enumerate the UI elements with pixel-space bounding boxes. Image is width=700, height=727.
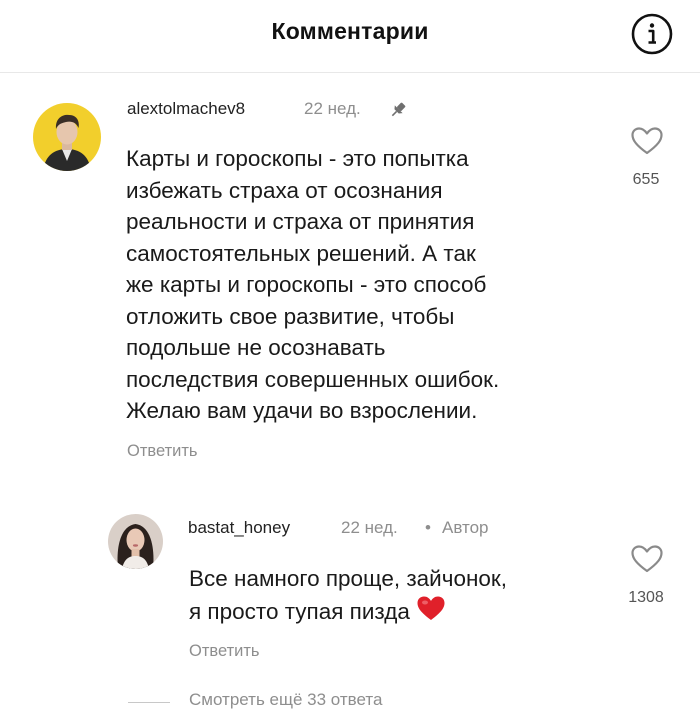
reply-text-line: Все намного проще, зайчонок,: [189, 566, 507, 591]
comment-username[interactable]: alextolmachev8: [127, 99, 245, 119]
comment-text-line: Карты и гороскопы - это попытка: [126, 146, 469, 171]
heart-icon[interactable]: [630, 544, 664, 574]
like-count: 1308: [628, 589, 664, 606]
avatar-alextolmachev8[interactable]: [33, 103, 101, 171]
reply-text: Все намного проще, зайчонок, я просто ту…: [189, 563, 507, 630]
comment-text-line: Желаю вам удачи во взрослении.: [126, 398, 478, 423]
comments-screen: Комментарии alextolmachev8 22 нед. Карты…: [0, 0, 700, 727]
reply-button[interactable]: Ответить: [127, 442, 198, 461]
reply-button[interactable]: Ответить: [189, 642, 260, 661]
avatar-bastat-honey[interactable]: [108, 514, 163, 569]
view-more-replies-button[interactable]: Смотреть ещё 33 ответа: [189, 690, 382, 710]
comment-text-line: же карты и гороскопы - это способ: [126, 272, 487, 297]
comment-time: 22 нед.: [304, 99, 361, 118]
comment-text-line: самостоятельных решений. А так: [126, 240, 476, 266]
like-count: 655: [632, 171, 660, 188]
author-badge: Автор: [442, 518, 489, 537]
comment-text-line: отложить свое развитие, чтобы: [126, 303, 455, 329]
view-more-replies-label: Смотреть ещё 33 ответа: [189, 690, 383, 709]
meta-separator: •: [425, 518, 431, 537]
reply-text-line: я просто тупая пизда: [189, 598, 410, 624]
reply-text-line-with-emoji: я просто тупая пизда: [189, 595, 507, 631]
pin-icon: [388, 100, 408, 125]
info-icon[interactable]: [630, 12, 674, 56]
page-title: Комментарии: [271, 18, 429, 44]
comment-text: Карты и гороскопы - это попытка избежать…: [126, 143, 499, 427]
reply-username[interactable]: bastat_honey: [188, 518, 290, 538]
header-bar: Комментарии: [0, 0, 700, 73]
comment-text-line: последствия совершенных ошибок.: [126, 366, 500, 392]
comment-text-line: реальности и страха от принятия: [126, 209, 475, 234]
heart-icon[interactable]: [630, 126, 664, 156]
reply-time: 22 нед.: [341, 518, 398, 537]
comment-text-line: избежать страха от осознания: [126, 177, 443, 203]
red-heart-icon: [416, 595, 446, 631]
divider: [128, 702, 170, 703]
comment-text-line: подольше не осознавать: [126, 335, 386, 360]
